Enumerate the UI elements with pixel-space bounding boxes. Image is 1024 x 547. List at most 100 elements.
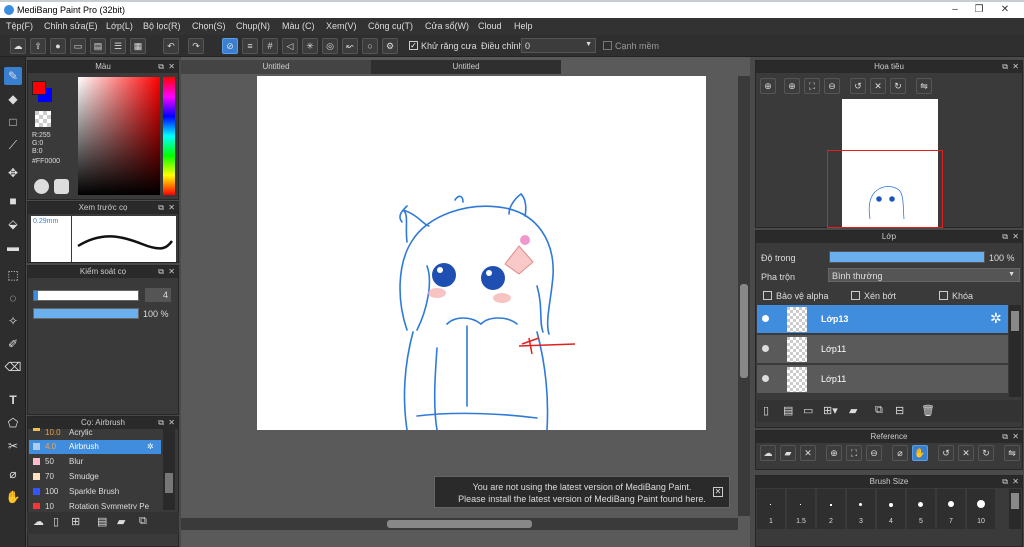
crisscross-snap-icon[interactable]: # bbox=[262, 38, 278, 54]
adjust-dropdown[interactable]: 0 ▼ bbox=[521, 38, 596, 53]
popout-icon[interactable]: ⧉ bbox=[158, 62, 164, 72]
menu-view[interactable]: Xem(V) bbox=[326, 21, 357, 31]
eyedropper-icon[interactable]: ⌀ bbox=[892, 445, 908, 461]
close-icon[interactable]: ✕ bbox=[168, 62, 175, 71]
add-brush-icon[interactable]: ⊞ bbox=[71, 515, 80, 528]
brush-size-cell[interactable]: 4 bbox=[877, 489, 905, 529]
close-icon[interactable]: ✕ bbox=[168, 203, 175, 212]
close-icon[interactable]: ✕ bbox=[1012, 432, 1019, 441]
eyedropper-icon[interactable]: ⌀ bbox=[4, 465, 22, 483]
menu-capture[interactable]: Chụp(N) bbox=[236, 21, 270, 31]
zoom-out-icon[interactable]: ⊖ bbox=[824, 78, 840, 94]
rotate-left-icon[interactable]: ↺ bbox=[850, 78, 866, 94]
close-icon[interactable]: ✕ bbox=[1012, 62, 1019, 71]
rect-select-icon[interactable]: ⬚ bbox=[4, 266, 22, 284]
hand-icon[interactable]: ✋ bbox=[912, 445, 928, 461]
brush-row[interactable]: 10.0 Acrylic bbox=[29, 428, 161, 438]
close-icon[interactable]: ✕ bbox=[168, 418, 175, 427]
move-tool-icon[interactable]: ✥ bbox=[4, 164, 22, 182]
visibility-icon[interactable] bbox=[762, 375, 769, 382]
smooth-checkbox[interactable] bbox=[603, 41, 612, 50]
menu-file[interactable]: Tệp(F) bbox=[6, 21, 33, 31]
close-button[interactable]: ✕ bbox=[994, 4, 1016, 16]
notice-close-icon[interactable]: ✕ bbox=[713, 487, 723, 497]
opacity-slider[interactable] bbox=[33, 308, 139, 319]
brush-size-cell[interactable]: 3 bbox=[847, 489, 875, 529]
close-ref-icon[interactable]: ✕ bbox=[800, 445, 816, 461]
saturation-value-field[interactable] bbox=[78, 77, 160, 195]
clipping-checkbox[interactable] bbox=[851, 291, 860, 300]
text-tool-icon[interactable]: T bbox=[4, 391, 22, 409]
fit-window-icon[interactable]: ⛶ bbox=[804, 78, 820, 94]
vanish-point-icon[interactable]: ◁ bbox=[282, 38, 298, 54]
picker-icon[interactable] bbox=[54, 179, 69, 194]
menu-tools[interactable]: Công cụ(T) bbox=[368, 21, 413, 31]
brush-size-scrollbar[interactable] bbox=[1009, 489, 1021, 529]
layer-folder-icon[interactable]: ▰ bbox=[849, 404, 857, 417]
rotate-right-icon[interactable]: ↻ bbox=[978, 445, 994, 461]
select-pen-icon[interactable]: ✐ bbox=[4, 335, 22, 353]
popout-icon[interactable]: ⧉ bbox=[158, 267, 164, 277]
add-layer-menu-icon[interactable]: ⊞▾ bbox=[823, 404, 838, 417]
divide-tool-icon[interactable]: ✂ bbox=[4, 437, 22, 455]
canvas-horizontal-scrollbar[interactable] bbox=[181, 518, 738, 530]
share-icon[interactable]: ⇪ bbox=[30, 38, 46, 54]
brush-row[interactable]: 10 Rotation Symmetry Pe bbox=[29, 500, 161, 509]
brush-size-cell[interactable]: 10 bbox=[967, 489, 995, 529]
duplicate-layer-icon[interactable]: ⧉ bbox=[875, 404, 883, 417]
flip-icon[interactable]: ⇋ bbox=[916, 78, 932, 94]
menu-window[interactable]: Cửa sổ(W) bbox=[425, 21, 469, 31]
new-layer-icon[interactable]: ▯ bbox=[763, 404, 769, 417]
brush-tool-icon[interactable]: ✎ bbox=[4, 67, 22, 85]
dot-tool-icon[interactable]: □ bbox=[4, 113, 22, 131]
bucket-tool-icon[interactable]: ⬙ bbox=[4, 215, 22, 233]
maximize-button[interactable]: ❐ bbox=[968, 4, 990, 16]
visibility-icon[interactable] bbox=[762, 315, 769, 322]
primary-color-swatch[interactable] bbox=[32, 81, 46, 95]
cloud-icon[interactable]: ☁ bbox=[10, 38, 26, 54]
chat-icon[interactable]: ● bbox=[50, 38, 66, 54]
tab-untitled-2[interactable]: Untitled bbox=[371, 60, 561, 74]
brush-size-cell[interactable]: 1.5 bbox=[787, 489, 815, 529]
magic-wand-icon[interactable]: ✧ bbox=[4, 312, 22, 330]
circle-snap-icon[interactable]: ◎ bbox=[322, 38, 338, 54]
transparent-swatch[interactable] bbox=[35, 111, 51, 127]
rotate-left-icon[interactable]: ↺ bbox=[938, 445, 954, 461]
layer-row-selected[interactable]: Lớp13 ✲ bbox=[757, 305, 1008, 334]
eraser-tool-icon[interactable]: ◆ bbox=[4, 90, 22, 108]
brush-row-selected[interactable]: 4.0 Airbrush ✲ bbox=[29, 440, 161, 454]
document-icon[interactable]: ▤ bbox=[90, 38, 106, 54]
blend-mode-dropdown[interactable]: Bình thường ▼ bbox=[828, 268, 1020, 282]
snap-off-icon[interactable]: ⊘ bbox=[222, 38, 238, 54]
parallel-snap-icon[interactable]: ≡ bbox=[242, 38, 258, 54]
brush-row[interactable]: 100 Sparkle Brush bbox=[29, 485, 161, 499]
lock-checkbox[interactable] bbox=[939, 291, 948, 300]
brush-size-cell[interactable]: 5 bbox=[907, 489, 935, 529]
size-slider[interactable] bbox=[33, 290, 139, 301]
new-brush-icon[interactable]: ▯ bbox=[53, 515, 59, 528]
layer-list-scrollbar[interactable] bbox=[1009, 305, 1021, 397]
brush-settings-doc-icon[interactable]: ▤ bbox=[97, 515, 107, 528]
size-value[interactable]: 4 bbox=[145, 288, 171, 302]
zoom-in-icon[interactable]: ⊕ bbox=[784, 78, 800, 94]
folder-icon[interactable]: ▰ bbox=[117, 515, 125, 528]
rotate-right-icon[interactable]: ↻ bbox=[890, 78, 906, 94]
brush-row[interactable]: 50 Blur bbox=[29, 455, 161, 469]
radial-snap-icon[interactable]: ✳ bbox=[302, 38, 318, 54]
popout-icon[interactable]: ⧉ bbox=[1002, 432, 1008, 442]
settings-snap-icon[interactable]: ⚙ bbox=[382, 38, 398, 54]
hue-slider[interactable] bbox=[163, 77, 175, 195]
ellipse-snap-icon[interactable]: ○ bbox=[362, 38, 378, 54]
visibility-icon[interactable] bbox=[762, 345, 769, 352]
merge-layer-icon[interactable]: ⊟ bbox=[895, 404, 904, 417]
hand-tool-icon[interactable]: ✋ bbox=[4, 488, 22, 506]
layer-row[interactable]: Lớp11 bbox=[757, 335, 1008, 364]
reset-rotation-icon[interactable]: ✕ bbox=[958, 445, 974, 461]
open-ref-icon[interactable]: ▰ bbox=[780, 445, 796, 461]
antialias-checkbox[interactable]: ✓ bbox=[409, 41, 418, 50]
popout-icon[interactable]: ⧉ bbox=[158, 418, 164, 428]
select-brush-icon[interactable]: ⟋ bbox=[4, 136, 22, 154]
brush-size-cell[interactable]: 7 bbox=[937, 489, 965, 529]
layer-opacity-slider[interactable] bbox=[829, 251, 985, 263]
menu-layer[interactable]: Lớp(L) bbox=[106, 21, 133, 31]
